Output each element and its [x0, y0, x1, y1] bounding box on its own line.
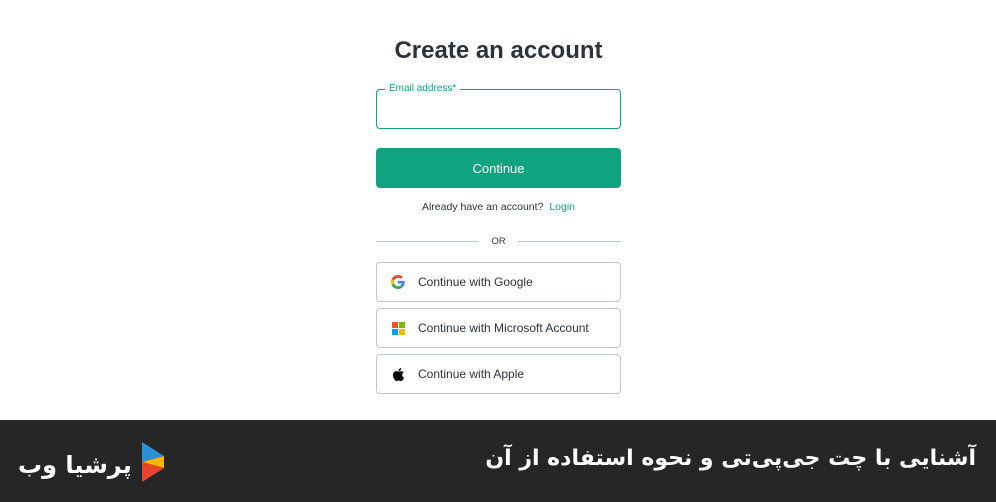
divider-line-right [517, 240, 621, 242]
email-field-wrapper: Email address* [376, 82, 621, 129]
divider-line-left [376, 240, 480, 242]
brand-name: پرشیا وب [18, 450, 132, 479]
google-icon [391, 275, 405, 289]
continue-with-google-button[interactable]: Continue with Google [376, 262, 621, 302]
microsoft-icon [391, 321, 405, 335]
login-link[interactable]: Login [549, 201, 575, 213]
microsoft-button-label: Continue with Microsoft Account [418, 321, 589, 335]
continue-with-microsoft-button[interactable]: Continue with Microsoft Account [376, 308, 621, 348]
page-title: Create an account [394, 37, 603, 64]
login-prompt-row: Already have an account? Login [376, 201, 621, 213]
brand-logo: پرشیا وب [18, 442, 166, 487]
footer-title: آشنایی با چت جی‌پی‌تی و نحوه استفاده از … [485, 446, 976, 471]
google-button-label: Continue with Google [418, 275, 533, 289]
or-divider: OR [376, 234, 621, 248]
persiaweb-logo-icon [140, 442, 166, 487]
apple-icon [391, 367, 405, 381]
divider-or-text: OR [491, 235, 506, 247]
email-field[interactable] [377, 90, 620, 128]
continue-with-apple-button[interactable]: Continue with Apple [376, 354, 621, 394]
footer-banner: پرشیا وب آشنایی با چت جی‌پی‌تی و نحوه اس… [0, 420, 996, 502]
login-prompt-text: Already have an account? [421, 201, 544, 213]
continue-button[interactable]: Continue [376, 148, 621, 188]
apple-button-label: Continue with Apple [418, 367, 525, 381]
